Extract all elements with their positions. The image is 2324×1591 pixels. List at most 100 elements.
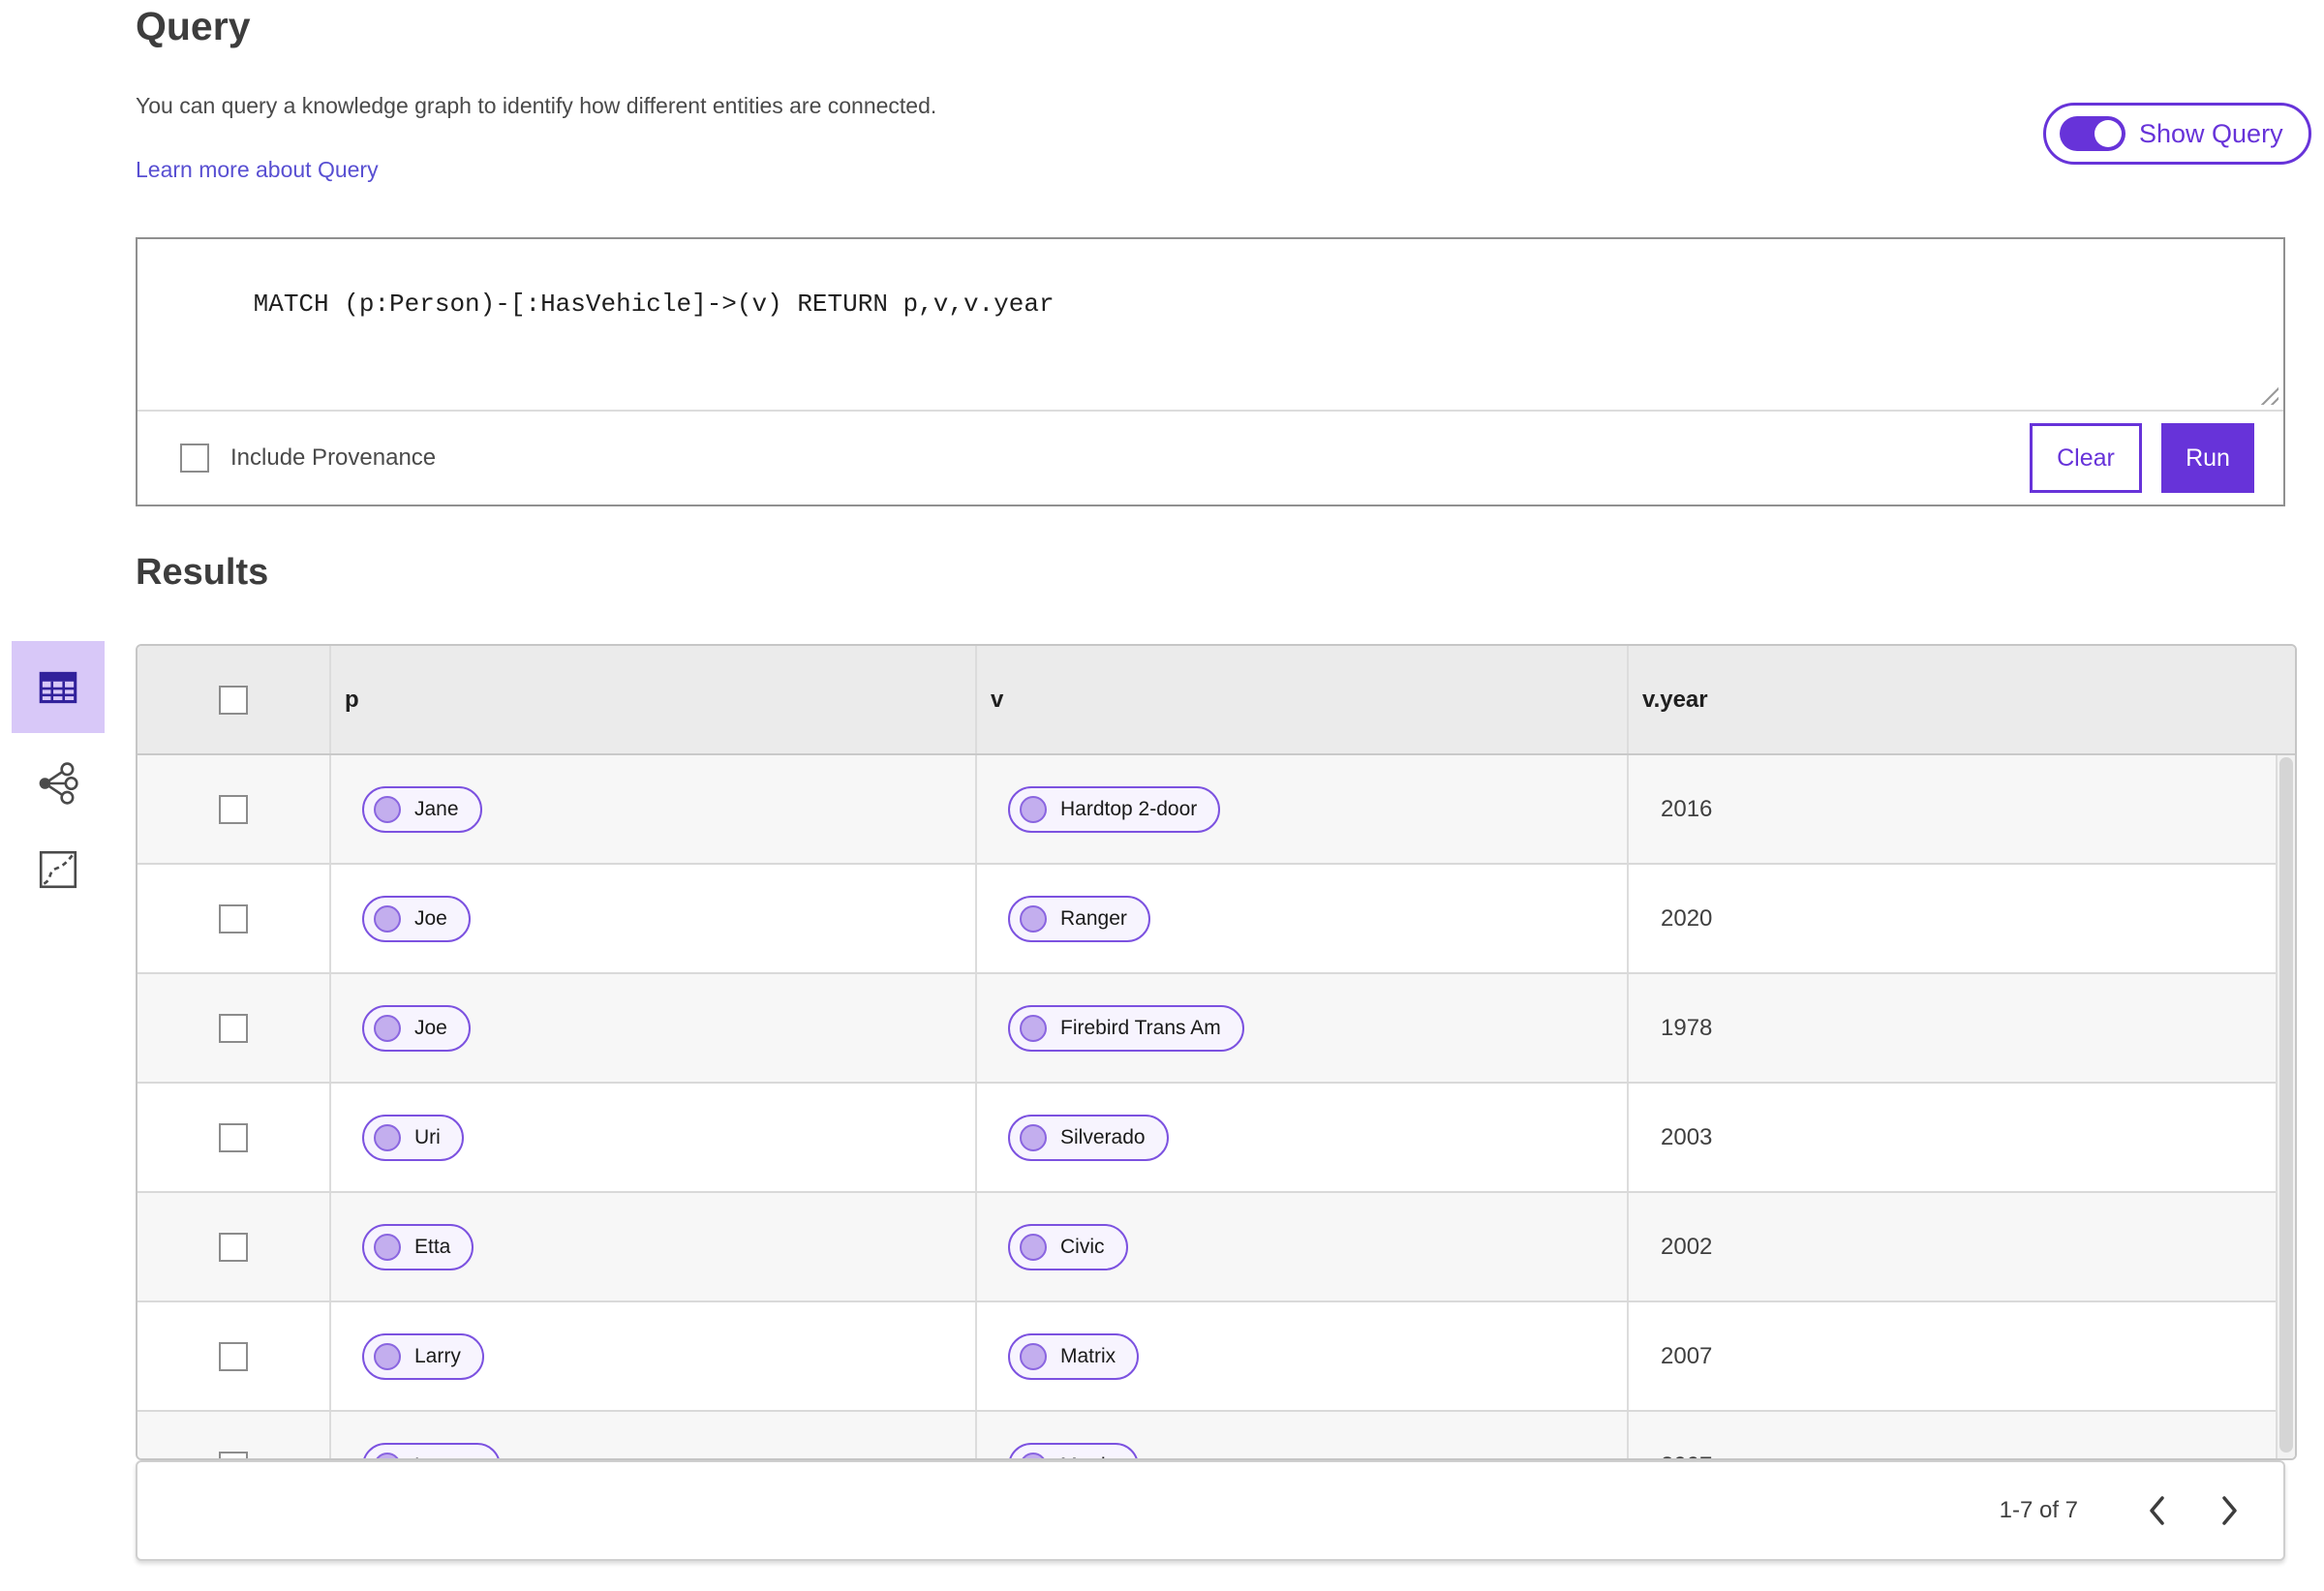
show-query-toggle[interactable]: Show Query — [2043, 103, 2311, 165]
row-year-value: 2002 — [1661, 1233, 1713, 1260]
toggle-switch-icon[interactable] — [2060, 116, 2125, 151]
vehicle-entity-pill[interactable]: Silverado — [1008, 1114, 1169, 1161]
resize-grip-icon[interactable] — [2260, 386, 2278, 405]
row-v-pill-label: Ranger — [1060, 906, 1127, 930]
person-entity-pill[interactable]: Uri — [362, 1114, 464, 1161]
query-panel: MATCH (p:Person)-[:HasVehicle]->(v) RETU… — [136, 237, 2285, 506]
row-checkbox[interactable] — [219, 1341, 248, 1371]
page-title: Query — [136, 4, 251, 48]
results-table: p v v.year Jane Hardtop 2-door 2016 Joe — [136, 644, 2297, 1460]
row-v-pill-label: Firebird Trans Am — [1060, 1016, 1221, 1039]
query-text[interactable]: MATCH (p:Person)-[:HasVehicle]->(v) RETU… — [254, 290, 1055, 319]
vehicle-entity-pill[interactable]: Hardtop 2-door — [1008, 785, 1221, 833]
table-header-row: p v v.year — [138, 646, 2295, 755]
vehicle-entity-pill[interactable]: Matrix — [1008, 1332, 1140, 1380]
node-icon — [1020, 1014, 1047, 1042]
next-page-button[interactable] — [2208, 1489, 2250, 1532]
pagination-range: 1-7 of 7 — [1999, 1497, 2078, 1523]
row-year-value: 2007 — [1661, 1453, 1712, 1459]
query-editor[interactable]: MATCH (p:Person)-[:HasVehicle]->(v) RETU… — [138, 239, 2283, 412]
table-row: Uri Silverado 2003 — [138, 1084, 2295, 1193]
row-v-pill-label: Hardtop 2-door — [1060, 797, 1198, 820]
row-checkbox[interactable] — [219, 903, 248, 933]
node-icon — [1020, 795, 1047, 823]
select-all-checkbox[interactable] — [219, 685, 248, 715]
row-p-pill-label: Etta — [414, 1235, 451, 1258]
table-row: Joe Firebird Trans Am 1978 — [138, 974, 2295, 1084]
table-body: Jane Hardtop 2-door 2016 Joe Ranger 2020 — [138, 755, 2295, 1459]
view-graph-button[interactable] — [12, 747, 105, 819]
map-view-icon — [39, 850, 77, 888]
table-row: Etta Civic 2002 — [138, 1193, 2295, 1302]
column-header-vyear[interactable]: v.year — [1629, 646, 2295, 753]
include-provenance-checkbox[interactable] — [180, 444, 209, 473]
node-icon — [1020, 1123, 1047, 1151]
node-icon — [374, 1123, 401, 1151]
run-button[interactable]: Run — [2161, 423, 2254, 493]
results-title: Results — [136, 552, 269, 593]
view-table-button[interactable] — [12, 641, 105, 733]
show-query-label: Show Query — [2139, 118, 2283, 148]
row-p-pill-label: Joe — [414, 1016, 447, 1039]
node-icon — [1020, 904, 1047, 933]
row-year-value: 1978 — [1661, 1014, 1713, 1041]
row-v-pill-label: Silverado — [1060, 1125, 1146, 1148]
table-row: Jane Hardtop 2-door 2016 — [138, 755, 2295, 865]
row-year-value: 2016 — [1661, 795, 1713, 822]
chevron-left-icon — [2150, 1496, 2164, 1525]
query-controls: Include Provenance Clear Run — [138, 412, 2283, 505]
row-v-pill-label: Matrix — [1060, 1344, 1116, 1367]
row-year-value: 2020 — [1661, 904, 1713, 932]
table-row: Joe Ranger 2020 — [138, 865, 2295, 974]
results-view-rail — [12, 641, 105, 905]
node-icon — [374, 1233, 401, 1261]
row-v-pill-label: Civic — [1060, 1235, 1105, 1258]
column-header-v[interactable]: v — [977, 646, 1629, 753]
node-icon — [374, 1014, 401, 1042]
prev-page-button[interactable] — [2136, 1489, 2179, 1532]
person-entity-pill[interactable]: Lauren — [362, 1442, 502, 1458]
knowledge-graph-query-page: Query You can query a knowledge graph to… — [0, 0, 2324, 1591]
vehicle-entity-pill[interactable]: Ranger — [1008, 895, 1150, 942]
row-checkbox[interactable] — [219, 1232, 248, 1262]
person-entity-pill[interactable]: Larry — [362, 1332, 484, 1380]
row-checkbox[interactable] — [219, 1451, 248, 1458]
person-entity-pill[interactable]: Jane — [362, 785, 482, 833]
page-description: You can query a knowledge graph to ident… — [136, 93, 937, 118]
node-icon — [374, 904, 401, 933]
graph-view-icon — [39, 761, 78, 805]
vehicle-entity-pill[interactable]: Firebird Trans Am — [1008, 1004, 1244, 1052]
scrollbar-thumb[interactable] — [2279, 757, 2293, 1453]
row-p-pill-label: Larry — [414, 1344, 461, 1367]
node-icon — [1020, 1342, 1047, 1370]
pagination-bar: 1-7 of 7 — [136, 1460, 2285, 1561]
table-view-icon — [39, 671, 77, 703]
vehicle-entity-pill[interactable]: Matrix — [1008, 1442, 1140, 1458]
node-icon — [1020, 1233, 1047, 1261]
row-p-pill-label: Uri — [414, 1125, 441, 1148]
row-year-value: 2003 — [1661, 1123, 1713, 1150]
column-header-p[interactable]: p — [331, 646, 977, 753]
person-entity-pill[interactable]: Joe — [362, 895, 471, 942]
node-icon — [374, 1342, 401, 1370]
row-checkbox[interactable] — [219, 1013, 248, 1043]
row-p-pill-label: Joe — [414, 906, 447, 930]
view-map-button[interactable] — [12, 833, 105, 905]
row-checkbox[interactable] — [219, 794, 248, 824]
chevron-right-icon — [2222, 1496, 2237, 1525]
include-provenance-label: Include Provenance — [230, 444, 437, 471]
row-checkbox[interactable] — [219, 1122, 248, 1152]
learn-more-link[interactable]: Learn more about Query — [136, 157, 379, 183]
node-icon — [1020, 1452, 1047, 1458]
node-icon — [374, 795, 401, 823]
row-p-pill-label: Jane — [414, 797, 459, 820]
table-row: Larry Matrix 2007 — [138, 1302, 2295, 1412]
toggle-knob — [2095, 120, 2122, 147]
vehicle-entity-pill[interactable]: Civic — [1008, 1223, 1128, 1270]
person-entity-pill[interactable]: Etta — [362, 1223, 474, 1270]
clear-button[interactable]: Clear — [2030, 423, 2142, 493]
person-entity-pill[interactable]: Joe — [362, 1004, 471, 1052]
row-year-value: 2007 — [1661, 1342, 1713, 1369]
vertical-scrollbar[interactable] — [2276, 755, 2295, 1458]
table-row: Lauren Matrix 2007 — [138, 1412, 2295, 1459]
